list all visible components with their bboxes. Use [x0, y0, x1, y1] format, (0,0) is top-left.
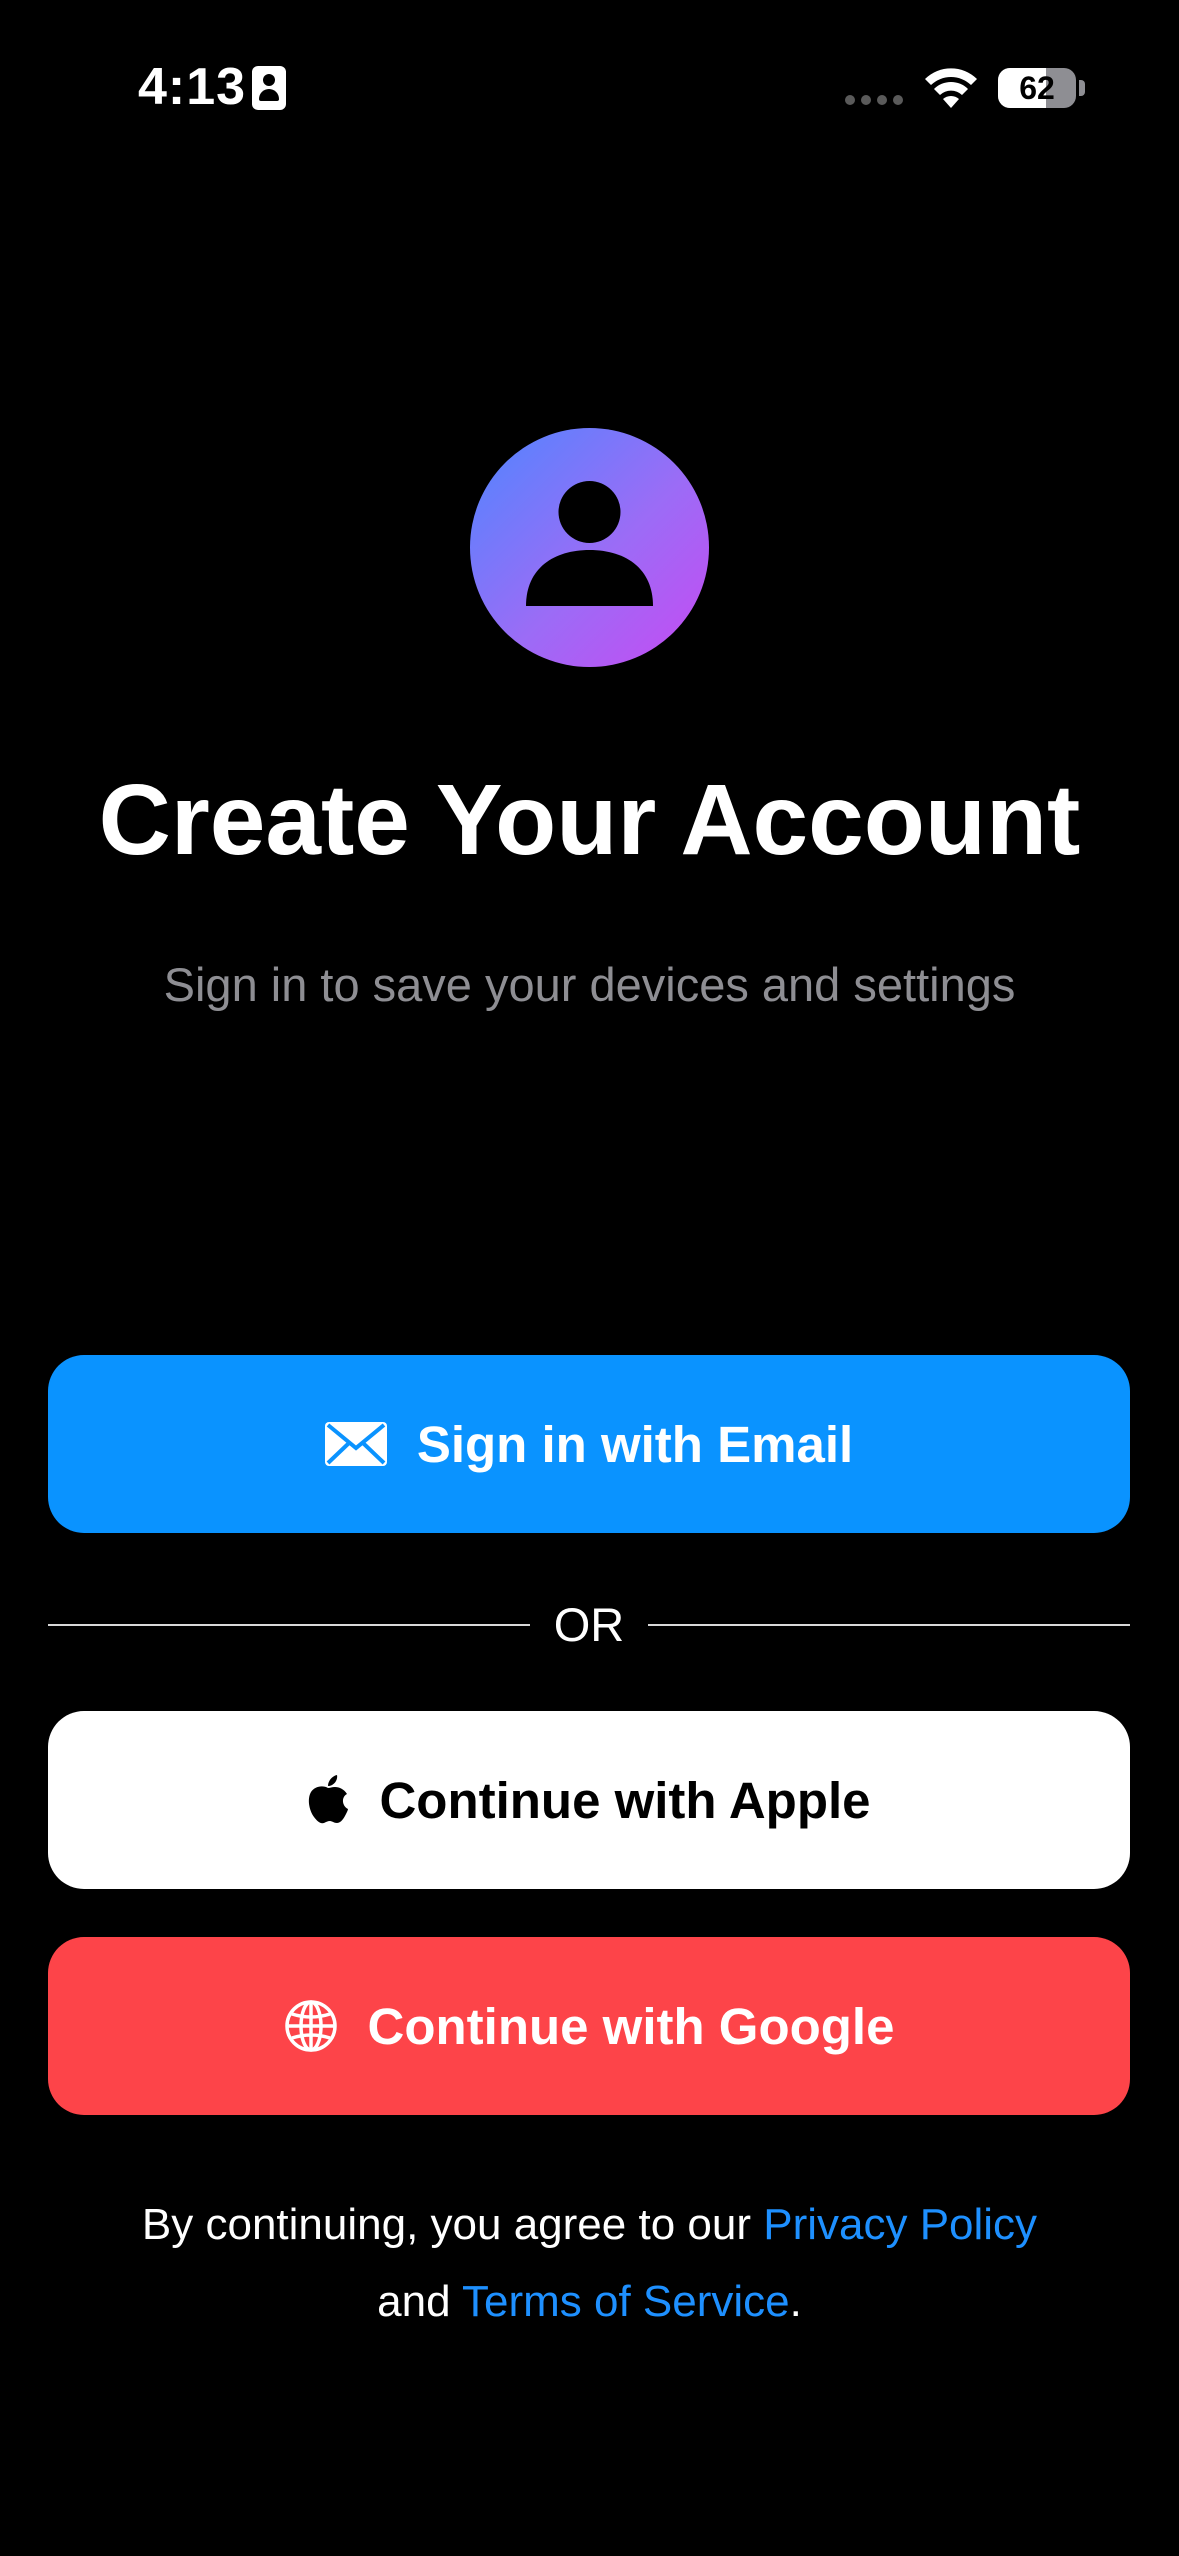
- divider-line-right: [648, 1624, 1130, 1626]
- continue-apple-label: Continue with Apple: [379, 1771, 871, 1829]
- continue-google-label: Continue with Google: [367, 1997, 895, 2055]
- continue-google-button[interactable]: Continue with Google: [48, 1937, 1130, 2115]
- person-icon: [526, 481, 653, 606]
- sign-in-email-button[interactable]: Sign in with Email: [48, 1355, 1130, 1533]
- battery-cap: [1079, 80, 1085, 96]
- legal-suffix: .: [789, 2277, 802, 2326]
- avatar: [470, 428, 709, 667]
- globe-icon: [284, 1999, 338, 2053]
- divider-line-left: [48, 1624, 530, 1626]
- envelope-icon: [324, 1422, 387, 1466]
- terms-of-service-link[interactable]: Terms of Service: [462, 2277, 790, 2326]
- legal-line-2: and Terms of Service.: [0, 2263, 1179, 2340]
- status-time: 4:13: [138, 58, 247, 116]
- page-title: Create Your Account: [98, 764, 1081, 876]
- battery-icon: 62: [998, 68, 1076, 108]
- page-subtitle: Sign in to save your devices and setting…: [163, 958, 1016, 1011]
- divider-label: OR: [553, 1598, 625, 1651]
- privacy-policy-link[interactable]: Privacy Policy: [763, 2200, 1037, 2249]
- legal-line-1: By continuing, you agree to our Privacy …: [0, 2186, 1179, 2263]
- apple-logo-icon: [307, 1775, 349, 1825]
- sign-in-email-label: Sign in with Email: [416, 1415, 854, 1473]
- cellular-signal-icon: [845, 95, 905, 105]
- or-divider: OR: [48, 1590, 1130, 1660]
- legal-middle: and: [377, 2277, 462, 2326]
- contact-card-icon: [252, 66, 286, 110]
- legal-notice: By continuing, you agree to our Privacy …: [0, 2186, 1179, 2340]
- legal-prefix: By continuing, you agree to our: [141, 2200, 764, 2249]
- status-bar: 4:13 62: [0, 0, 1179, 170]
- battery-level: 62: [1019, 70, 1055, 106]
- continue-apple-button[interactable]: Continue with Apple: [48, 1711, 1130, 1889]
- wifi-icon: [923, 64, 979, 108]
